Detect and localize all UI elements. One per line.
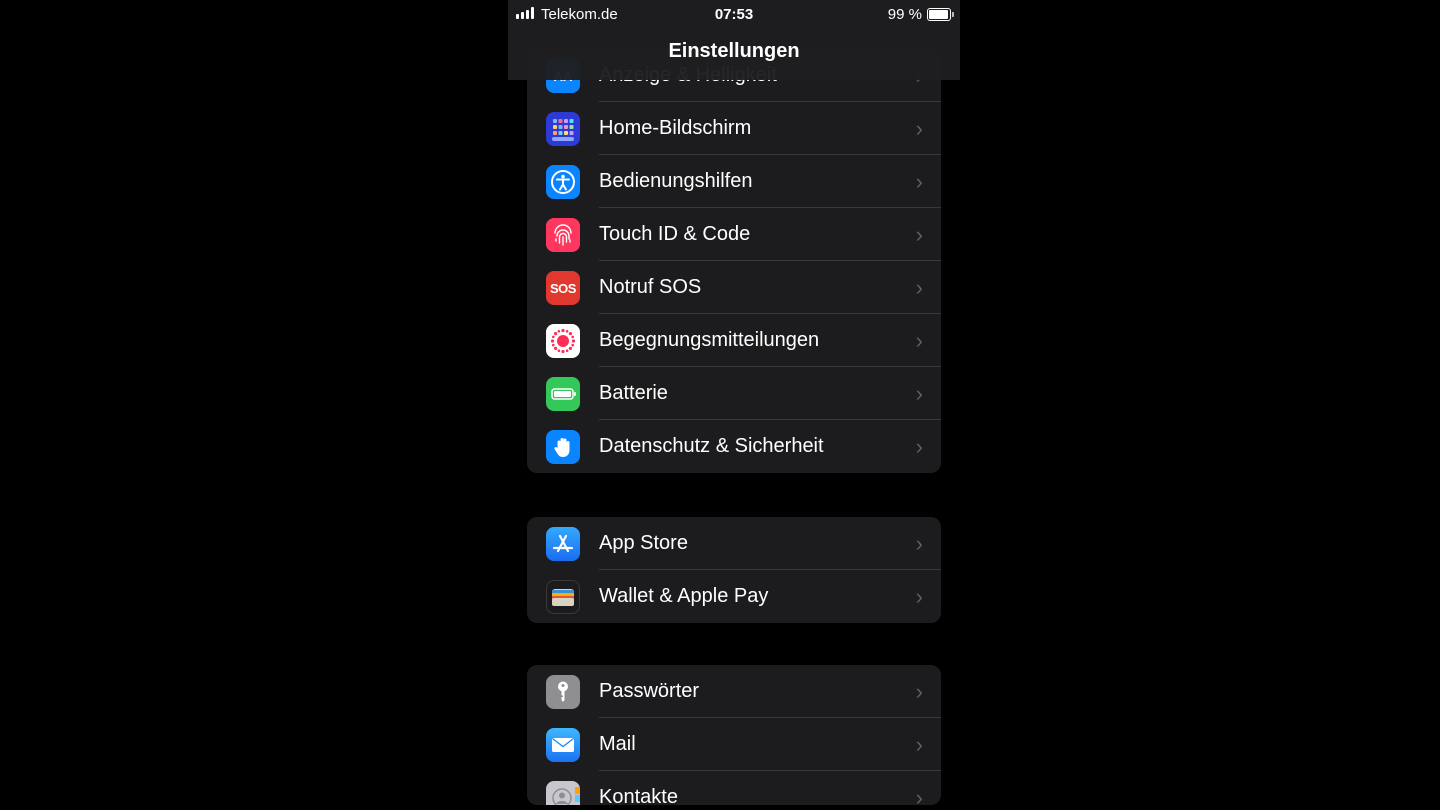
contacts-icon: [546, 781, 580, 805]
chevron-right-icon: ›: [915, 785, 923, 805]
chevron-right-icon: ›: [915, 275, 923, 300]
settings-row-app-store[interactable]: App Store ›: [527, 517, 941, 570]
chevron-right-icon: ›: [915, 732, 923, 757]
settings-row-label: Touch ID & Code: [599, 223, 751, 245]
settings-row-contacts[interactable]: Kontakte ›: [527, 771, 941, 805]
chevron-right-icon: ›: [915, 679, 923, 704]
settings-group-store: App Store › Wallet & Apple Pay ›: [527, 517, 941, 623]
chevron-right-icon: ›: [915, 222, 923, 247]
home-screen-icon: [546, 112, 580, 146]
chevron-right-icon: ›: [915, 169, 923, 194]
settings-row-label: Datenschutz & Sicherheit: [599, 435, 824, 457]
wallet-icon: [546, 580, 580, 614]
chevron-right-icon: ›: [915, 531, 923, 556]
settings-row-passwords[interactable]: Passwörter ›: [527, 665, 941, 718]
chevron-right-icon: ›: [915, 328, 923, 353]
settings-row-label: Notruf SOS: [599, 276, 702, 298]
settings-row-exposure-notifications[interactable]: Begegnungsmitteilungen ›: [527, 314, 941, 367]
settings-row-label: App Store: [599, 532, 688, 554]
fingerprint-icon: [546, 218, 580, 252]
chevron-right-icon: ›: [915, 116, 923, 141]
settings-row-emergency-sos[interactable]: SOS Notruf SOS ›: [527, 261, 941, 314]
chevron-right-icon: ›: [915, 381, 923, 406]
settings-row-privacy[interactable]: Datenschutz & Sicherheit ›: [527, 420, 941, 473]
settings-row-accessibility[interactable]: Bedienungshilfen ›: [527, 155, 941, 208]
settings-row-home-screen[interactable]: Home-Bildschirm ›: [527, 102, 941, 155]
settings-row-label: Mail: [599, 733, 636, 755]
privacy-hand-icon: [546, 430, 580, 464]
status-bar: Telekom.de 07:53 99 % Einstellungen: [508, 0, 960, 80]
settings-row-label: Passwörter: [599, 680, 700, 702]
settings-row-label: Begegnungsmitteilungen: [599, 329, 820, 351]
settings-group-accounts: Passwörter › Mail › Kontakte ›: [527, 665, 941, 805]
battery-icon: [546, 377, 580, 411]
accessibility-icon: [546, 165, 580, 199]
key-icon: [546, 675, 580, 709]
settings-row-mail[interactable]: Mail ›: [527, 718, 941, 771]
exposure-notifications-icon: [546, 324, 580, 358]
settings-row-battery[interactable]: Batterie ›: [527, 367, 941, 420]
phone-screen: Telekom.de 07:53 99 % Einstellungen AA A…: [508, 0, 960, 805]
settings-row-label: Wallet & Apple Pay: [599, 585, 769, 607]
settings-row-wallet[interactable]: Wallet & Apple Pay ›: [527, 570, 941, 623]
battery-percentage: 99 %: [887, 6, 922, 23]
settings-row-label: Home-Bildschirm: [599, 117, 752, 139]
settings-row-label: Bedienungshilfen: [599, 170, 753, 192]
settings-row-label: Batterie: [599, 382, 668, 404]
chevron-right-icon: ›: [915, 434, 923, 459]
chevron-right-icon: ›: [915, 584, 923, 609]
app-store-icon: [546, 527, 580, 561]
settings-row-touch-id[interactable]: Touch ID & Code ›: [527, 208, 941, 261]
mail-icon: [546, 728, 580, 762]
page-title: Einstellungen: [668, 40, 800, 62]
battery-status-icon: [927, 8, 954, 21]
settings-group-general: AA Anzeige & Helligkeit › Home-Bildschir…: [527, 49, 941, 473]
settings-row-label: Kontakte: [599, 786, 678, 805]
sos-icon: SOS: [546, 271, 580, 305]
